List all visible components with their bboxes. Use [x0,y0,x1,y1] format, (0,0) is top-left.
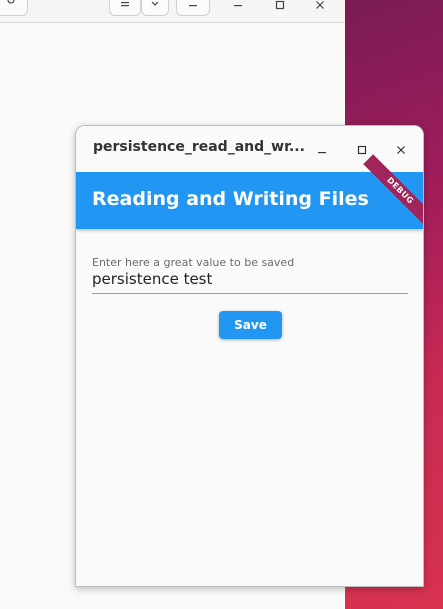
page-title: Reading and Writing Files [92,188,369,210]
minimize-button[interactable] [310,137,334,161]
minimize-icon [233,0,243,14]
app-bar: Reading and Writing Files DEBUG [76,154,423,229]
close-icon [396,140,406,159]
close-icon [315,0,325,14]
save-button[interactable]: Save [219,311,282,339]
bg-close-button[interactable] [308,0,332,16]
background-toolbar [0,0,345,23]
search-icon [7,0,17,12]
bg-maximize-button[interactable] [268,0,292,16]
app-window: persistence_read_and_wr... Reading and W… [75,125,424,587]
view-options-button[interactable] [141,0,169,16]
list-view-icon [120,0,130,12]
chevron-down-icon [151,0,159,11]
minimize-icon [317,140,327,159]
menu-button[interactable] [176,0,210,16]
input-underline [92,293,408,294]
bg-minimize-button[interactable] [226,0,250,16]
view-toggle-button[interactable] [109,0,141,16]
window-title: persistence_read_and_wr... [93,139,305,155]
value-input[interactable] [92,268,392,290]
menu-icon [188,0,198,12]
maximize-icon [275,0,285,14]
search-button[interactable] [0,0,28,16]
close-button[interactable] [389,137,413,161]
maximize-icon [357,140,367,159]
